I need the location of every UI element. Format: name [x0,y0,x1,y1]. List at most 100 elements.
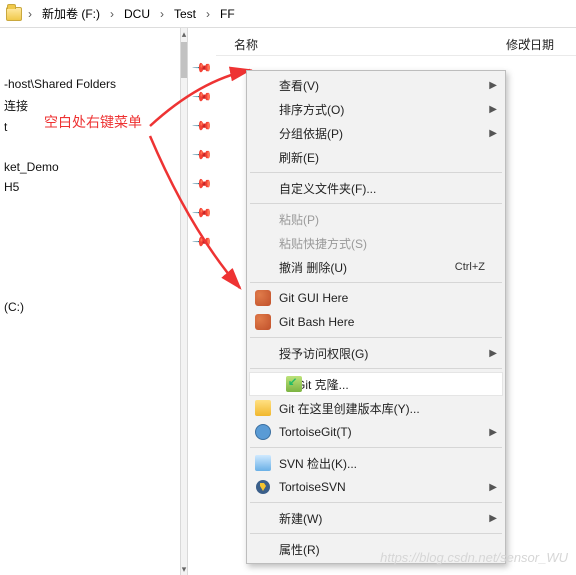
menu-separator [250,172,502,173]
chevron-right-icon: › [204,7,212,21]
menu-item: 粘贴快捷方式(S) [249,231,503,255]
nav-item[interactable]: -host\Shared Folders [2,74,176,94]
pin-icon: 📌 [191,173,214,196]
annotation-label: 空白处右键菜单 [44,112,142,132]
menu-item-label: 撤消 删除(U) [279,259,347,276]
menu-item[interactable]: 自定义文件夹(F)... [249,176,503,200]
submenu-arrow-icon: ▶ [489,427,497,438]
submenu-arrow-icon: ▶ [489,482,497,493]
pin-icon: 📌 [191,57,214,80]
menu-separator [250,203,502,204]
menu-item-label: 粘贴(P) [279,211,319,228]
menu-separator [250,533,502,534]
menu-item[interactable]: Git Bash Here [249,310,503,334]
pin-icon: 📌 [191,144,214,167]
git-icon [255,314,271,330]
submenu-arrow-icon: ▶ [489,104,497,115]
menu-item-label: 属性(R) [279,541,320,558]
sort-indicator-icon: ▴ [526,34,531,45]
menu-item[interactable]: Git 克隆... [249,372,503,396]
menu-item[interactable]: 分组依据(P) ▶ [249,121,503,145]
menu-item-label: TortoiseGit(T) [279,425,352,439]
menu-item: 粘贴(P) [249,207,503,231]
nav-item[interactable] [2,277,176,297]
menu-separator [250,368,502,369]
menu-item-label: 授予访问权限(G) [279,345,368,362]
nav-item[interactable]: H5 [2,177,176,197]
breadcrumb-item[interactable]: Test [170,5,200,23]
watermark: https://blog.csdn.net/sensor_WU [380,550,568,565]
scroll-up-icon[interactable]: ▴ [181,28,187,40]
menu-item[interactable]: 新建(W) ▶ [249,506,503,530]
pin-icon: 📌 [191,115,214,138]
menu-item-label: 自定义文件夹(F)... [279,180,376,197]
pin-column: 📌 📌 📌 📌 📌 📌 📌 [194,60,210,250]
gitrepo-icon [255,400,271,416]
menu-item-label: Git Bash Here [279,315,354,329]
pin-icon: 📌 [191,202,214,225]
menu-separator [250,337,502,338]
pin-icon: 📌 [191,231,214,254]
menu-item[interactable]: 撤消 删除(U) Ctrl+Z [249,255,503,279]
menu-item-label: TortoiseSVN [279,480,346,494]
scroll-thumb[interactable] [181,42,187,78]
chevron-right-icon: › [108,7,116,21]
menu-item-label: SVN 检出(K)... [279,455,357,472]
breadcrumb-item[interactable]: 新加卷 (F:) [38,3,104,24]
nav-item[interactable] [2,54,176,74]
menu-item-label: Git 克隆... [296,376,349,393]
pin-icon: 📌 [191,86,214,109]
menu-item-label: Git GUI Here [279,291,348,305]
menu-separator [250,447,502,448]
submenu-arrow-icon: ▶ [489,128,497,139]
menu-item[interactable]: Git 在这里创建版本库(Y)... [249,396,503,420]
nav-list: -host\Shared Folders连接t ket_DemoH5 (C:) [2,34,176,317]
column-header-row[interactable]: 名称 ▴ 修改日期 [216,34,576,56]
menu-item-label: 查看(V) [279,77,319,94]
breadcrumb-item[interactable]: DCU [120,5,154,23]
menu-item[interactable]: 排序方式(O) ▶ [249,97,503,121]
scroll-down-icon[interactable]: ▾ [181,563,187,575]
menu-item-label: 分组依据(P) [279,125,343,142]
menu-separator [250,502,502,503]
nav-item[interactable]: (C:) [2,297,176,317]
menu-item-label: 排序方式(O) [279,101,344,118]
menu-shortcut: Ctrl+Z [455,261,485,273]
menu-item-label: Git 在这里创建版本库(Y)... [279,400,420,417]
folder-icon [6,7,22,21]
chevron-right-icon: › [158,7,166,21]
nav-item[interactable] [2,137,176,157]
menu-item[interactable]: 授予访问权限(G) ▶ [249,341,503,365]
nav-pane[interactable]: -host\Shared Folders连接t ket_DemoH5 (C:) [0,28,180,575]
menu-item-label: 粘贴快捷方式(S) [279,235,367,252]
nav-item[interactable] [2,34,176,54]
submenu-arrow-icon: ▶ [489,513,497,524]
git-icon [255,290,271,306]
gitclone-icon [286,376,302,392]
menu-item[interactable]: 刷新(E) [249,145,503,169]
submenu-arrow-icon: ▶ [489,80,497,91]
tsvn-icon [255,479,271,495]
svn-icon [255,455,271,471]
breadcrumb-item[interactable]: FF [216,5,239,23]
scrollbar-vertical[interactable]: ▴ ▾ [180,28,188,575]
tgit-icon [255,424,271,440]
nav-item[interactable] [2,197,176,217]
menu-item[interactable]: TortoiseGit(T) ▶ [249,420,503,444]
menu-item-label: 刷新(E) [279,149,319,166]
nav-item[interactable] [2,257,176,277]
menu-separator [250,282,502,283]
menu-item-label: 新建(W) [279,510,322,527]
nav-item[interactable] [2,217,176,237]
column-name[interactable]: 名称 [216,36,476,53]
context-menu: 查看(V) ▶ 排序方式(O) ▶ 分组依据(P) ▶ 刷新(E) 自定义文件夹(F)... 粘… [246,70,506,564]
menu-item[interactable]: TortoiseSVN ▶ [249,475,503,499]
nav-item[interactable]: ket_Demo [2,157,176,177]
menu-item[interactable]: SVN 检出(K)... [249,451,503,475]
chevron-right-icon: › [26,7,34,21]
breadcrumb[interactable]: › 新加卷 (F:) › DCU › Test › FF [0,0,576,28]
menu-item[interactable]: 查看(V) ▶ [249,73,503,97]
nav-item[interactable] [2,237,176,257]
submenu-arrow-icon: ▶ [489,348,497,359]
menu-item[interactable]: Git GUI Here [249,286,503,310]
